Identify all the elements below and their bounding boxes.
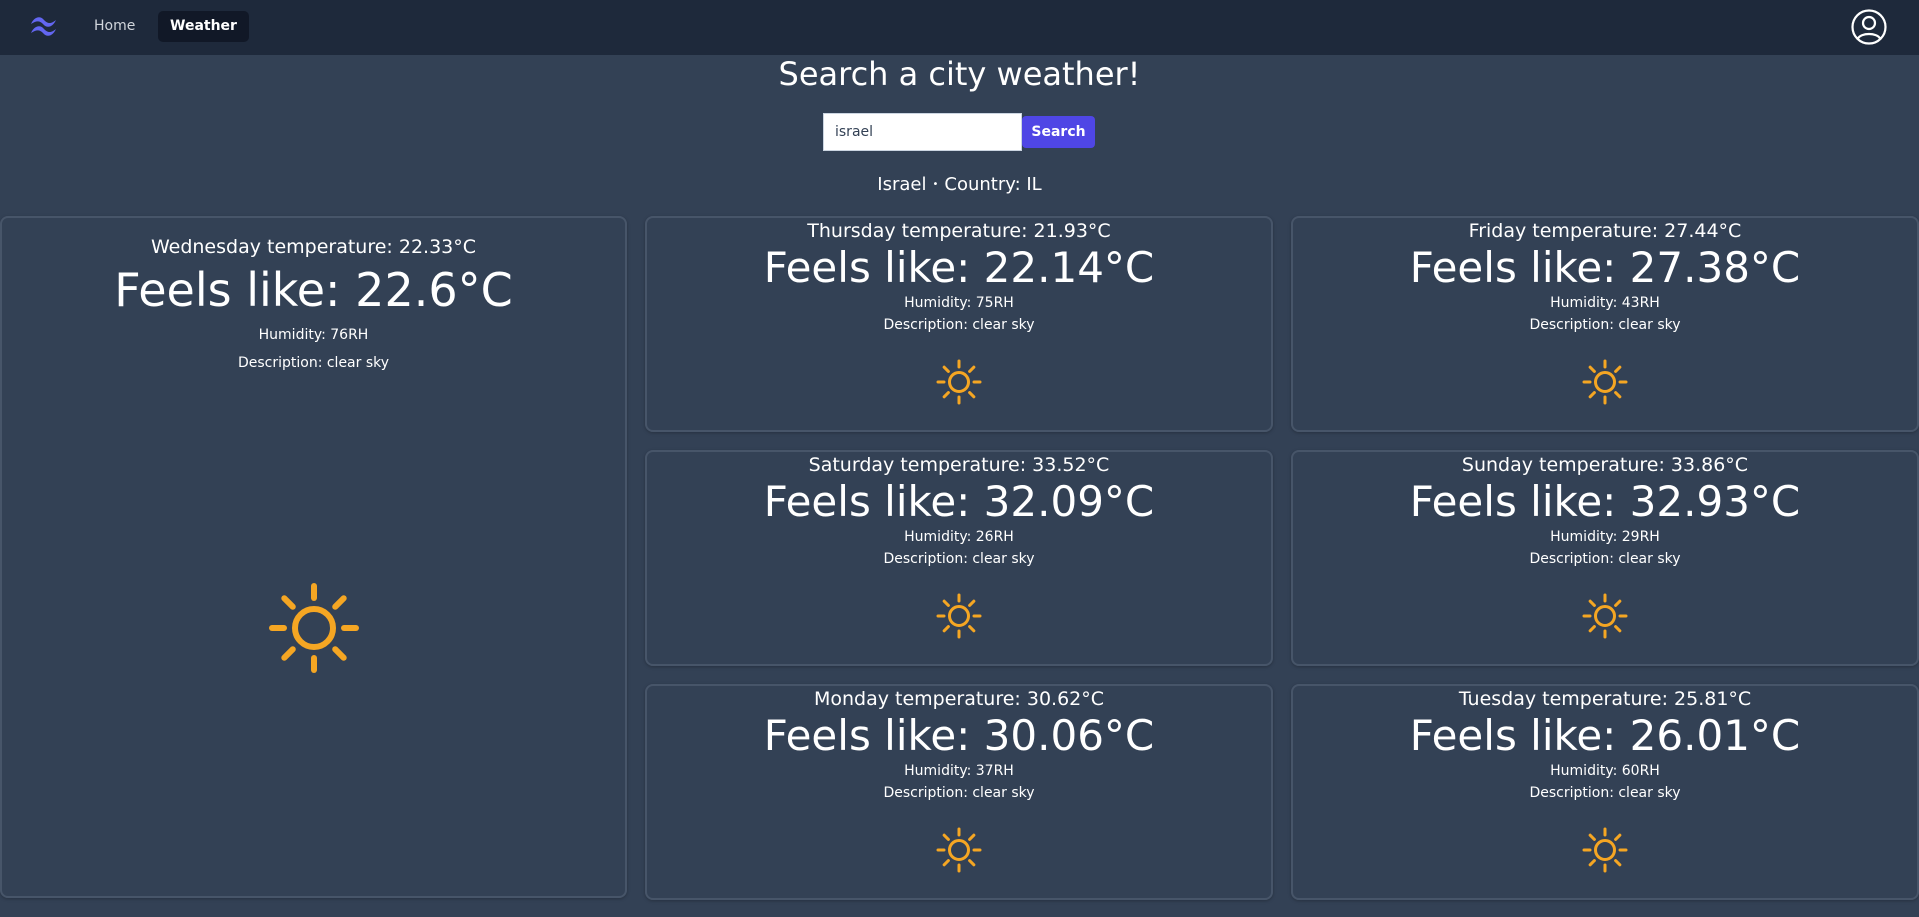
- search-button[interactable]: Search: [1022, 116, 1095, 148]
- card-feels-like: Feels like: 26.01°C: [1409, 711, 1801, 760]
- card-feels-like: Feels like: 30.06°C: [763, 711, 1155, 760]
- sun-icon: [1581, 358, 1629, 406]
- card-temperature: Friday temperature: 27.44°C: [1468, 220, 1742, 242]
- card-feels-like: Feels like: 22.14°C: [763, 243, 1155, 292]
- nav-home-link[interactable]: Home: [82, 11, 147, 42]
- card-description: Description: clear sky: [1529, 317, 1681, 333]
- card-humidity: Humidity: 26RH: [904, 529, 1014, 545]
- card-description: Description: clear sky: [883, 317, 1035, 333]
- card-description: Description: clear sky: [1529, 551, 1681, 567]
- sun-icon: [266, 580, 362, 676]
- page-title: Search a city weather!: [778, 55, 1141, 93]
- forecast-card: Monday temperature: 30.62°C Feels like: …: [645, 684, 1273, 900]
- card-temperature: Monday temperature: 30.62°C: [813, 688, 1105, 710]
- user-circle-icon[interactable]: [1850, 8, 1888, 46]
- forecast-card-today: Wednesday temperature: 22.33°C Feels lik…: [0, 216, 627, 898]
- sun-icon: [935, 358, 983, 406]
- card-feels-like: Feels like: 22.6°C: [114, 263, 513, 317]
- card-description: Description: clear sky: [1529, 785, 1681, 801]
- card-description: Description: clear sky: [883, 785, 1035, 801]
- top-navbar: Home Weather: [0, 0, 1919, 55]
- card-description: Description: clear sky: [883, 551, 1035, 567]
- card-temperature: Wednesday temperature: 22.33°C: [150, 236, 477, 258]
- city-search-input[interactable]: [823, 113, 1022, 151]
- nav-weather-link[interactable]: Weather: [158, 11, 249, 42]
- card-temperature: Saturday temperature: 33.52°C: [808, 454, 1110, 476]
- card-humidity: Humidity: 29RH: [1550, 529, 1660, 545]
- sun-icon: [1581, 592, 1629, 640]
- card-description: Description: clear sky: [237, 355, 390, 371]
- card-feels-like: Feels like: 27.38°C: [1409, 243, 1801, 292]
- forecast-card: Thursday temperature: 21.93°C Feels like…: [645, 216, 1273, 432]
- card-temperature: Tuesday temperature: 25.81°C: [1458, 688, 1752, 710]
- sun-icon: [1581, 826, 1629, 874]
- card-humidity: Humidity: 76RH: [258, 327, 369, 343]
- card-feels-like: Feels like: 32.09°C: [763, 477, 1155, 526]
- forecast-card: Sunday temperature: 33.86°C Feels like: …: [1291, 450, 1919, 666]
- country-code: Country: IL: [944, 174, 1042, 195]
- card-humidity: Humidity: 43RH: [1550, 295, 1660, 311]
- sun-icon: [935, 826, 983, 874]
- card-feels-like: Feels like: 32.93°C: [1409, 477, 1801, 526]
- forecast-card: Saturday temperature: 33.52°C Feels like…: [645, 450, 1273, 666]
- forecast-card: Tuesday temperature: 25.81°C Feels like:…: [1291, 684, 1919, 900]
- card-temperature: Sunday temperature: 33.86°C: [1461, 454, 1749, 476]
- location-line: Israel • Country: IL: [0, 172, 1919, 198]
- tailwind-logo-icon[interactable]: [28, 14, 62, 38]
- location-separator: •: [932, 179, 939, 190]
- card-humidity: Humidity: 60RH: [1550, 763, 1660, 779]
- sun-icon: [935, 592, 983, 640]
- card-humidity: Humidity: 37RH: [904, 763, 1014, 779]
- card-temperature: Thursday temperature: 21.93°C: [807, 220, 1111, 242]
- card-humidity: Humidity: 75RH: [904, 295, 1014, 311]
- city-name: Israel: [877, 174, 927, 195]
- forecast-card: Friday temperature: 27.44°C Feels like: …: [1291, 216, 1919, 432]
